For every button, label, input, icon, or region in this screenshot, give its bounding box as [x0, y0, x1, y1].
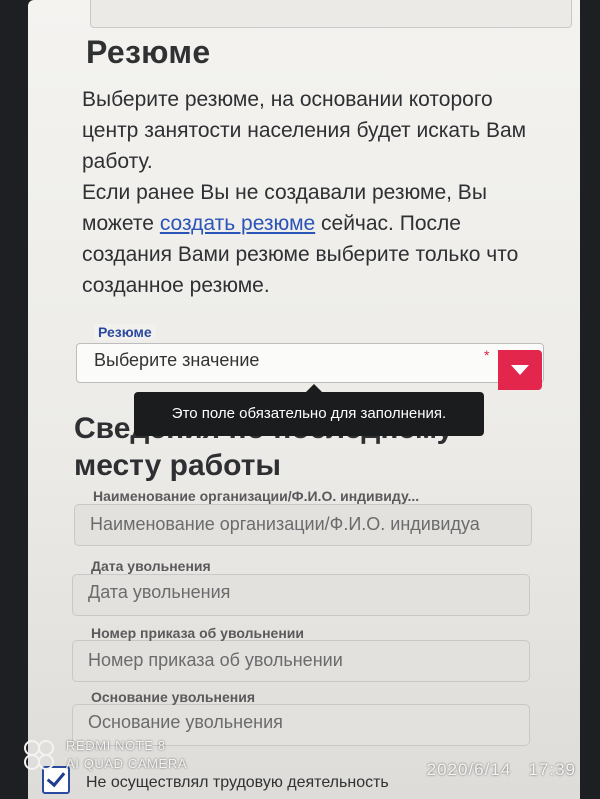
required-field-tooltip: Это поле обязательно для заполнения.	[134, 384, 484, 436]
camera-logo-icon	[24, 740, 56, 770]
dismissal-order-number-label: Номер приказа об увольнении	[91, 625, 305, 641]
resume-select-label: Резюме	[94, 324, 156, 340]
resume-description: Выберите резюме, на основании которого ц…	[82, 84, 552, 301]
dismissal-reason-placeholder: Основание увольнения	[88, 712, 283, 732]
resume-intro-text: Выберите резюме, на основании которого ц…	[82, 88, 527, 173]
dismissal-date-placeholder: Дата увольнения	[88, 582, 231, 602]
organization-name-label: Наименование организации/Ф.И.О. индивиду…	[93, 488, 420, 504]
resume-select-value[interactable]: Выберите значение	[94, 350, 259, 371]
dismissal-order-number-placeholder: Номер приказа об увольнении	[88, 650, 343, 670]
required-asterisk: *	[484, 347, 490, 363]
checkmark-icon	[46, 767, 66, 788]
photo-timestamp: 2020/6/14 17:39	[427, 760, 576, 780]
create-resume-link[interactable]: создать резюме	[160, 212, 315, 235]
dismissal-date-label: Дата увольнения	[91, 558, 211, 574]
camera-model-watermark: REDMI NOTE 8	[66, 738, 166, 753]
dismissal-reason-label: Основание увольнения	[91, 689, 256, 705]
phone-screen: Резюме Выберите резюме, на основании кот…	[28, 0, 580, 799]
resume-section-title: Резюме	[86, 34, 211, 70]
organization-name-placeholder: Наименование организации/Ф.И.О. индивиду…	[90, 514, 480, 534]
no-work-experience-label: Не осуществлял трудовую деятельность	[86, 774, 389, 791]
camera-type-watermark: AI QUAD CAMERA	[66, 756, 188, 771]
photo-date: 2020/6/14	[426, 760, 512, 779]
chevron-down-icon	[511, 365, 529, 375]
previous-input-field[interactable]	[90, 0, 572, 28]
dropdown-toggle-button[interactable]	[498, 350, 542, 390]
photo-time: 17:39	[528, 760, 576, 779]
